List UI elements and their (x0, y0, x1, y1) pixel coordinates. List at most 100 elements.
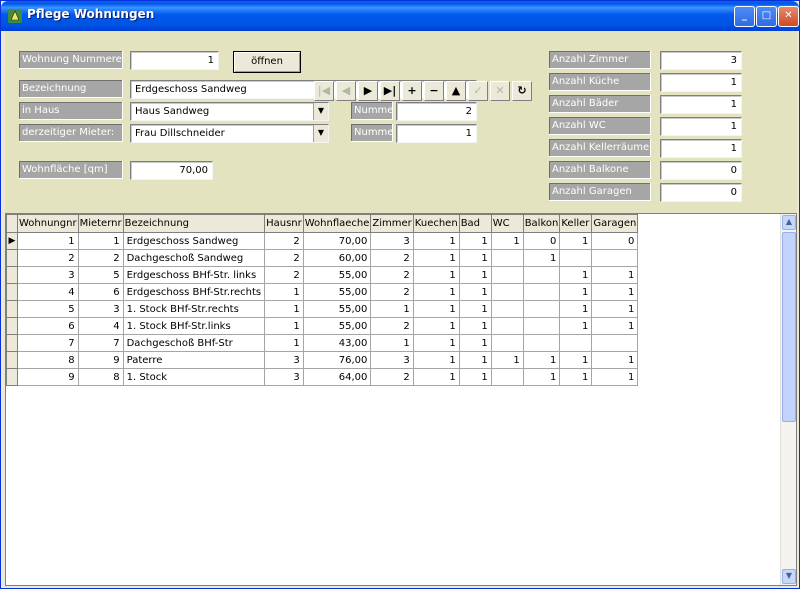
table-cell[interactable]: 2 (77, 249, 124, 267)
nav-delete-button[interactable]: − (424, 81, 444, 101)
data-grid[interactable]: Wohnungnr Mieternr Bezeichnung Hausnr Wohnfl… (5, 213, 797, 586)
scroll-up-arrow-icon[interactable]: ▲ (782, 215, 796, 230)
anzahl-kueche-input[interactable]: 1 (660, 73, 742, 92)
table-cell[interactable]: 1 (412, 317, 460, 335)
scroll-down-arrow-icon[interactable]: ▼ (782, 569, 796, 584)
close-button[interactable]: ✕ (778, 6, 799, 27)
table-cell[interactable] (591, 249, 639, 267)
table-row[interactable]: 2 2 Dachgeschoß Sandweg 2 60,00 2 1 1 1 (6, 249, 639, 267)
table-cell[interactable]: 1 (559, 300, 593, 318)
table-cell[interactable] (490, 368, 524, 386)
table-cell[interactable]: 2 (370, 283, 414, 301)
table-cell[interactable]: 1 (458, 317, 492, 335)
table-cell[interactable]: 1 (412, 283, 460, 301)
table-cell[interactable]: 1 (591, 368, 639, 386)
table-cell[interactable]: 0 (522, 232, 561, 250)
row-selector[interactable] (6, 300, 18, 318)
table-cell[interactable]: 1 (264, 283, 304, 301)
table-cell[interactable]: 1 (559, 317, 593, 335)
table-cell[interactable]: 9 (77, 351, 124, 369)
row-selector[interactable] (6, 317, 18, 335)
column-header-wohnflaeche[interactable]: Wohnflaeche (302, 214, 372, 233)
minimize-button[interactable]: _ (734, 6, 755, 27)
table-cell[interactable]: 1 (458, 283, 492, 301)
table-cell[interactable]: 1 (591, 317, 639, 335)
table-cell[interactable]: 6 (77, 283, 124, 301)
table-cell[interactable] (591, 334, 639, 352)
table-row[interactable]: 4 6 Erdgeschoss BHf-Str.rechts 1 55,00 2 1 1 1 1 (6, 283, 639, 301)
table-cell[interactable] (522, 334, 561, 352)
haus-nummer-input[interactable]: 2 (396, 102, 477, 121)
mieter-select[interactable]: Frau Dillschneider ▼ (130, 124, 329, 143)
table-cell[interactable]: 60,00 (302, 249, 372, 267)
table-cell[interactable]: 1 (490, 232, 524, 250)
table-cell[interactable] (490, 317, 524, 335)
table-cell[interactable]: 2 (264, 266, 304, 284)
table-cell[interactable]: 1 (458, 334, 492, 352)
table-cell[interactable]: 64,00 (302, 368, 372, 386)
table-cell[interactable]: 1 (412, 232, 460, 250)
table-cell[interactable]: 2 (370, 249, 414, 267)
table-cell[interactable]: 3 (370, 351, 414, 369)
haus-select[interactable]: Haus Sandweg ▼ (130, 102, 329, 121)
table-cell[interactable]: 2 (264, 249, 304, 267)
column-header-keller[interactable]: Keller (559, 214, 593, 233)
table-cell[interactable]: 70,00 (302, 232, 372, 250)
table-cell[interactable] (490, 283, 524, 301)
table-cell[interactable]: 2 (370, 368, 414, 386)
table-cell[interactable]: 9 (17, 368, 79, 386)
table-cell[interactable]: 1. Stock BHf-Str.rechts (122, 300, 266, 318)
dropdown-arrow-icon[interactable]: ▼ (313, 103, 328, 120)
mieter-nummer-input[interactable]: 1 (396, 124, 477, 143)
vertical-scrollbar[interactable]: ▲ ▼ (780, 214, 796, 585)
table-cell[interactable]: 1 (559, 266, 593, 284)
wohnung-nummer-input[interactable]: 1 (130, 51, 219, 70)
table-cell[interactable]: 8 (17, 351, 79, 369)
table-cell[interactable]: 55,00 (302, 317, 372, 335)
table-cell[interactable]: 5 (77, 266, 124, 284)
row-selector[interactable] (6, 266, 18, 284)
row-selector[interactable] (6, 351, 18, 369)
table-cell[interactable]: 1 (591, 283, 639, 301)
table-cell[interactable] (522, 266, 561, 284)
table-cell[interactable]: Dachgeschoß Sandweg (122, 249, 266, 267)
anzahl-baeder-input[interactable]: 1 (660, 95, 742, 114)
table-cell[interactable]: 1 (559, 283, 593, 301)
anzahl-keller-input[interactable]: 1 (660, 139, 742, 158)
table-cell[interactable]: 1 (458, 249, 492, 267)
table-cell[interactable]: 3 (17, 266, 79, 284)
table-cell[interactable]: Paterre (122, 351, 266, 369)
table-cell[interactable]: 7 (77, 334, 124, 352)
row-selector[interactable]: ▶ (6, 232, 18, 250)
table-row[interactable]: 6 4 1. Stock BHf-Str.links 1 55,00 2 1 1 1 1 (6, 317, 639, 335)
table-cell[interactable] (559, 249, 593, 267)
row-selector[interactable] (6, 249, 18, 267)
column-header-bezeichnung[interactable]: Bezeichnung (122, 214, 266, 233)
table-cell[interactable]: 1 (370, 300, 414, 318)
table-cell[interactable]: 2 (17, 249, 79, 267)
nav-post-button[interactable]: ✓ (468, 81, 488, 101)
table-cell[interactable]: 1 (522, 249, 561, 267)
table-cell[interactable]: 1 (559, 368, 593, 386)
table-cell[interactable]: 1 (77, 232, 124, 250)
dropdown-arrow-icon[interactable]: ▼ (313, 125, 328, 142)
table-cell[interactable]: 1 (370, 334, 414, 352)
column-header-mieternr[interactable]: Mieternr (77, 214, 124, 233)
table-cell[interactable]: 1 (522, 351, 561, 369)
table-cell[interactable]: 43,00 (302, 334, 372, 352)
table-cell[interactable]: Erdgeschoss BHf-Str. links (122, 266, 266, 284)
table-row[interactable]: ▶ 1 1 Erdgeschoss Sandweg 2 70,00 3 1 1 1 0 1 0 (6, 232, 639, 250)
table-cell[interactable] (490, 249, 524, 267)
table-cell[interactable]: 4 (77, 317, 124, 335)
table-cell[interactable]: 1 (559, 232, 593, 250)
table-row[interactable]: 7 7 Dachgeschoß BHf-Str 1 43,00 1 1 1 (6, 334, 639, 352)
table-row[interactable]: 5 3 1. Stock BHf-Str.rechts 1 55,00 1 1 1 1 1 (6, 300, 639, 318)
table-cell[interactable]: 1 (412, 368, 460, 386)
table-cell[interactable]: 1 (17, 232, 79, 250)
table-cell[interactable]: 7 (17, 334, 79, 352)
table-cell[interactable]: 55,00 (302, 300, 372, 318)
table-cell[interactable]: 1 (522, 368, 561, 386)
table-cell[interactable]: 1 (264, 317, 304, 335)
wohnflaeche-input[interactable]: 70,00 (130, 161, 213, 180)
table-cell[interactable]: 2 (264, 232, 304, 250)
